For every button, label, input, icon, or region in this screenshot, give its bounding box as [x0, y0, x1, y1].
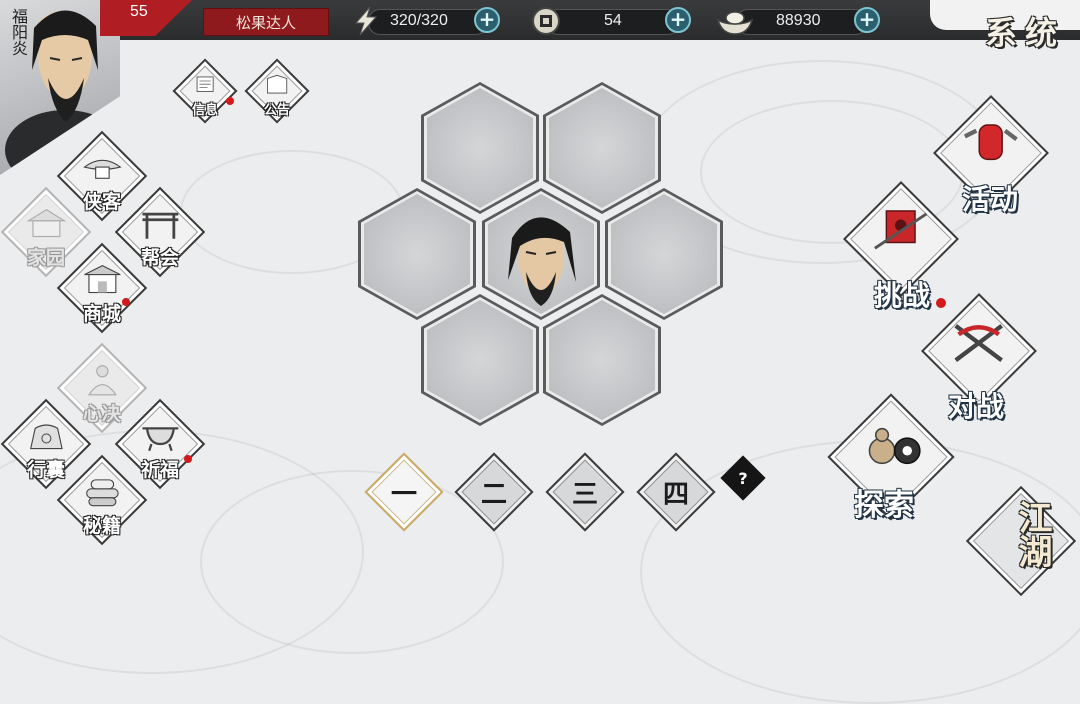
miji-label: 秘籍 — [82, 515, 121, 537]
hero-avatar — [508, 217, 576, 306]
notice-button[interactable]: 公告 — [244, 58, 310, 124]
jiayuan-button[interactable]: 家园 — [0, 186, 92, 278]
add-silver-button[interactable]: + — [854, 7, 880, 33]
tiaozhan-button[interactable] — [843, 181, 959, 297]
house-icon — [26, 209, 66, 238]
xiake-button[interactable]: 侠客 — [56, 130, 148, 222]
help-icon: ? — [738, 468, 748, 488]
notice-label: 公告 — [263, 103, 290, 118]
shop-icon — [83, 265, 121, 294]
formation-tab-label: 三 — [571, 479, 598, 510]
huodong-label: 活动 — [962, 183, 1019, 216]
stamina-resource: 320/320 + — [350, 6, 510, 36]
coin-icon — [532, 7, 560, 35]
stamina-value: 320/320 — [390, 12, 448, 29]
duizhan-label: 对战 — [948, 390, 1005, 423]
ingot-icon — [716, 11, 754, 35]
tansuo-label: 探索 — [854, 488, 914, 523]
xinjue-label: 心决 — [82, 403, 121, 425]
formation-tab-4[interactable]: 四 — [636, 452, 716, 532]
silver-value: 88930 — [776, 12, 821, 29]
formation-tab-1[interactable]: 一 — [364, 452, 444, 532]
player-title[interactable]: 松果达人 — [203, 8, 329, 36]
jianghu-label: 江湖 — [1012, 500, 1052, 568]
gourd-compass-icon — [868, 428, 921, 465]
info-label: 信息 — [191, 103, 218, 118]
qifu-button[interactable]: 祈福 — [114, 398, 206, 490]
xiake-label: 侠客 — [82, 191, 121, 213]
formation-slot[interactable] — [543, 294, 661, 426]
gate-icon — [142, 212, 178, 239]
formation-tab-label: 二 — [480, 479, 507, 510]
shangcheng-button[interactable]: 商城 — [56, 242, 148, 334]
tiaozhan-badge — [936, 298, 946, 308]
xinjue-button[interactable]: 心决 — [56, 342, 148, 434]
crossed-swords-icon — [954, 323, 1004, 362]
miji-button[interactable]: 秘籍 — [56, 454, 148, 546]
formation-tab-2[interactable]: 二 — [454, 452, 534, 532]
info-button[interactable]: 信息 — [172, 58, 238, 124]
meditating-figure-icon — [87, 365, 117, 396]
add-stamina-button[interactable]: + — [474, 7, 500, 33]
xingnang-button[interactable]: 行囊 — [0, 398, 92, 490]
banghui-label: 帮会 — [140, 247, 179, 269]
formation-tab-3[interactable]: 三 — [545, 452, 625, 532]
incense-burner-icon — [142, 427, 178, 452]
war-banner-icon — [874, 209, 928, 249]
system-button[interactable]: 系统 — [985, 8, 1065, 54]
xingnang-label: 行囊 — [26, 459, 65, 481]
banghui-button[interactable]: 帮会 — [114, 186, 206, 278]
info-badge — [226, 97, 234, 105]
lantern-icon — [964, 123, 1019, 160]
qifu-badge — [184, 455, 192, 463]
tiaozhan-label: 挑战 — [874, 279, 931, 312]
scroll-icon — [196, 76, 214, 92]
player-name: 福阳炎 — [9, 8, 28, 56]
hat-icon — [82, 159, 122, 179]
notice-board-icon — [266, 74, 288, 94]
help-button[interactable]: ? — [720, 455, 766, 501]
formation-tab-label: 一 — [390, 479, 417, 510]
scrolls-icon — [85, 479, 119, 507]
duizhan-button[interactable] — [921, 293, 1037, 409]
shangcheng-badge — [122, 298, 130, 306]
player-level: 55 — [130, 3, 148, 20]
lightning-icon — [354, 6, 378, 36]
formation-tab-label: 四 — [662, 479, 689, 510]
formation-slot[interactable] — [421, 294, 539, 426]
silver-resource: 88930 + — [716, 6, 886, 36]
add-copper-button[interactable]: + — [665, 7, 691, 33]
copper-value: 54 — [604, 12, 622, 29]
copper-resource: 54 + — [530, 6, 700, 36]
qifu-label: 祈福 — [140, 459, 179, 481]
bag-icon — [29, 424, 63, 450]
jiayuan-label: 家园 — [26, 247, 65, 269]
